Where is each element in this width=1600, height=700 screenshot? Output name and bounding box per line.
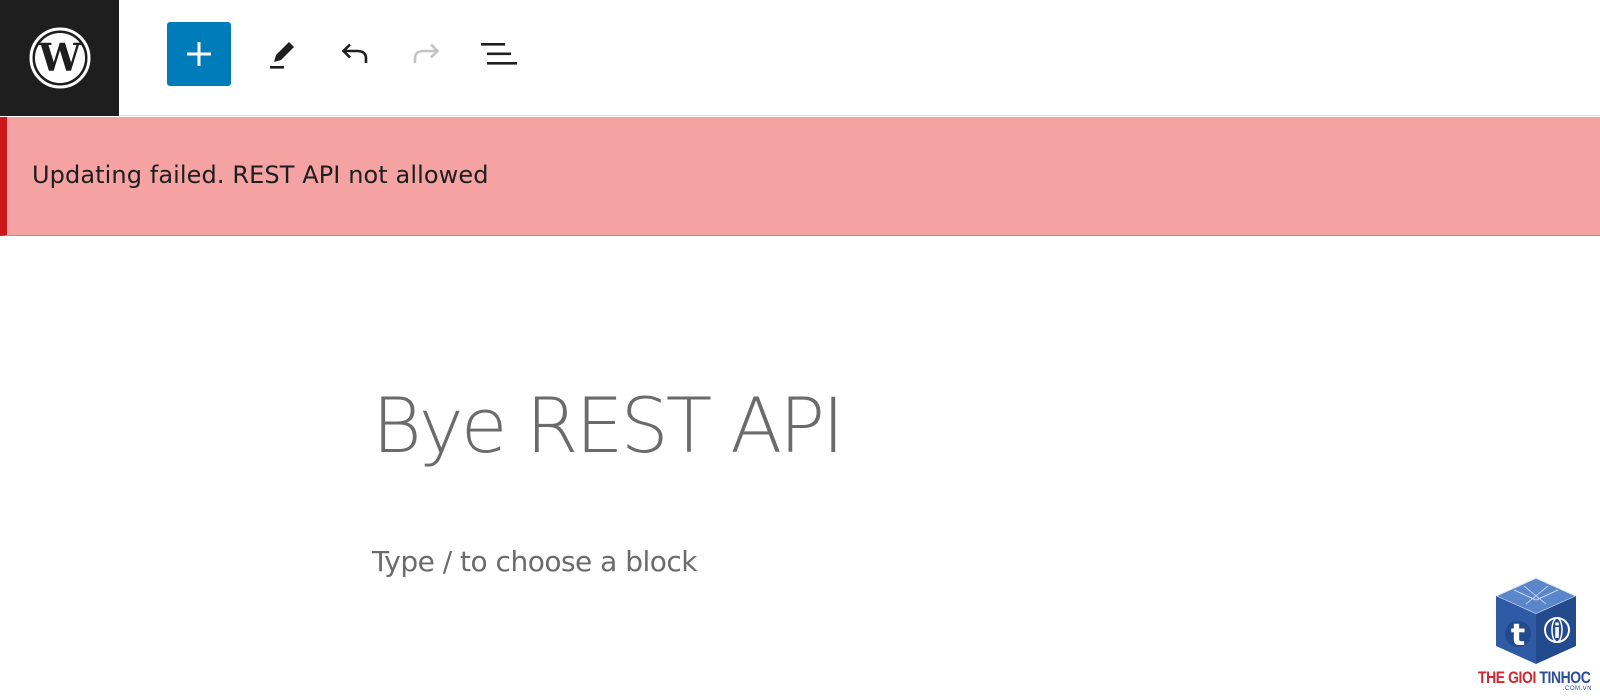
undo-icon xyxy=(341,43,368,63)
error-notice-message: Updating failed. REST API not allowed xyxy=(32,161,489,189)
tools-edit-button[interactable] xyxy=(250,22,314,86)
wordpress-logo-button[interactable]: W xyxy=(0,0,119,116)
wordpress-logo-icon: W xyxy=(29,27,90,89)
add-block-button[interactable] xyxy=(167,22,231,86)
pencil-icon xyxy=(270,42,294,69)
plus-icon xyxy=(187,42,211,66)
editor-header-toolbar: W xyxy=(0,0,1600,116)
watermark-logo: t i THE GIOI TINHOC .COM.VN xyxy=(1478,574,1594,696)
undo-button[interactable] xyxy=(322,22,386,86)
post-title[interactable]: Bye REST API xyxy=(372,388,845,464)
block-appender-placeholder[interactable]: Type / to choose a block xyxy=(372,545,698,578)
document-overview-button[interactable] xyxy=(467,22,531,86)
document-overview-icon xyxy=(481,43,517,65)
error-notice: Updating failed. REST API not allowed xyxy=(0,117,1600,236)
watermark-brand-part2: TINHOC xyxy=(1539,668,1591,687)
redo-icon xyxy=(413,43,440,63)
watermark-domain: .COM.VN xyxy=(1562,686,1592,692)
redo-button[interactable] xyxy=(395,22,459,86)
svg-text:t: t xyxy=(1511,618,1525,653)
watermark-brand: THE GIOI TINHOC xyxy=(1478,668,1591,688)
watermark-brand-part1: THE GIOI xyxy=(1478,668,1536,687)
svg-text:W: W xyxy=(37,35,82,80)
cube-logo-icon: t i xyxy=(1494,577,1578,664)
svg-text:i: i xyxy=(1554,619,1561,643)
